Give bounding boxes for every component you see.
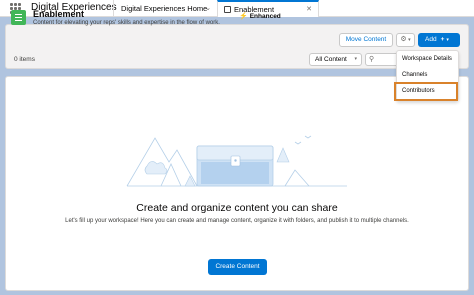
search-input[interactable]: ⚲: [365, 53, 399, 66]
search-icon: ⚲: [369, 56, 375, 63]
caret-down-icon: ▾: [354, 56, 357, 62]
menu-item-workspace-details[interactable]: Workspace Details: [397, 56, 458, 62]
empty-state-illustration: [126, 135, 347, 187]
page-description: Content for elevating your reps' skills …: [33, 20, 220, 26]
tab-label: Digital Experiences Home: [121, 4, 208, 13]
item-count: 0 items: [14, 56, 35, 63]
move-content-button[interactable]: Move Content: [339, 33, 393, 47]
enhanced-badge: ⚡ Enhanced: [239, 13, 281, 20]
empty-state-description: Let's fill up your workspace! Here you c…: [65, 218, 409, 224]
content-filter-select[interactable]: All Content ▾: [309, 53, 362, 66]
lightning-icon: ⚡: [239, 13, 248, 20]
caret-down-icon: ▾: [446, 37, 449, 43]
plus-icon: +: [440, 36, 445, 43]
contributors-highlight-box: [394, 82, 458, 101]
tab-digital-experiences-home[interactable]: Digital Experiences Home ⌄: [113, 0, 217, 17]
add-button[interactable]: Add + ▾: [418, 33, 460, 47]
menu-item-channels[interactable]: Channels: [397, 72, 458, 78]
workspace-tab-icon: [224, 6, 231, 13]
create-content-button[interactable]: Create Content: [208, 259, 267, 275]
workspace-icon: [11, 10, 26, 25]
settings-menu-button[interactable]: ⚙ ▾: [396, 33, 415, 47]
page-title: Enablement: [33, 9, 85, 19]
close-icon[interactable]: ✕: [306, 5, 312, 13]
chevron-down-icon[interactable]: ⌄: [205, 4, 211, 12]
empty-state-title: Create and organize content you can shar…: [136, 202, 338, 214]
